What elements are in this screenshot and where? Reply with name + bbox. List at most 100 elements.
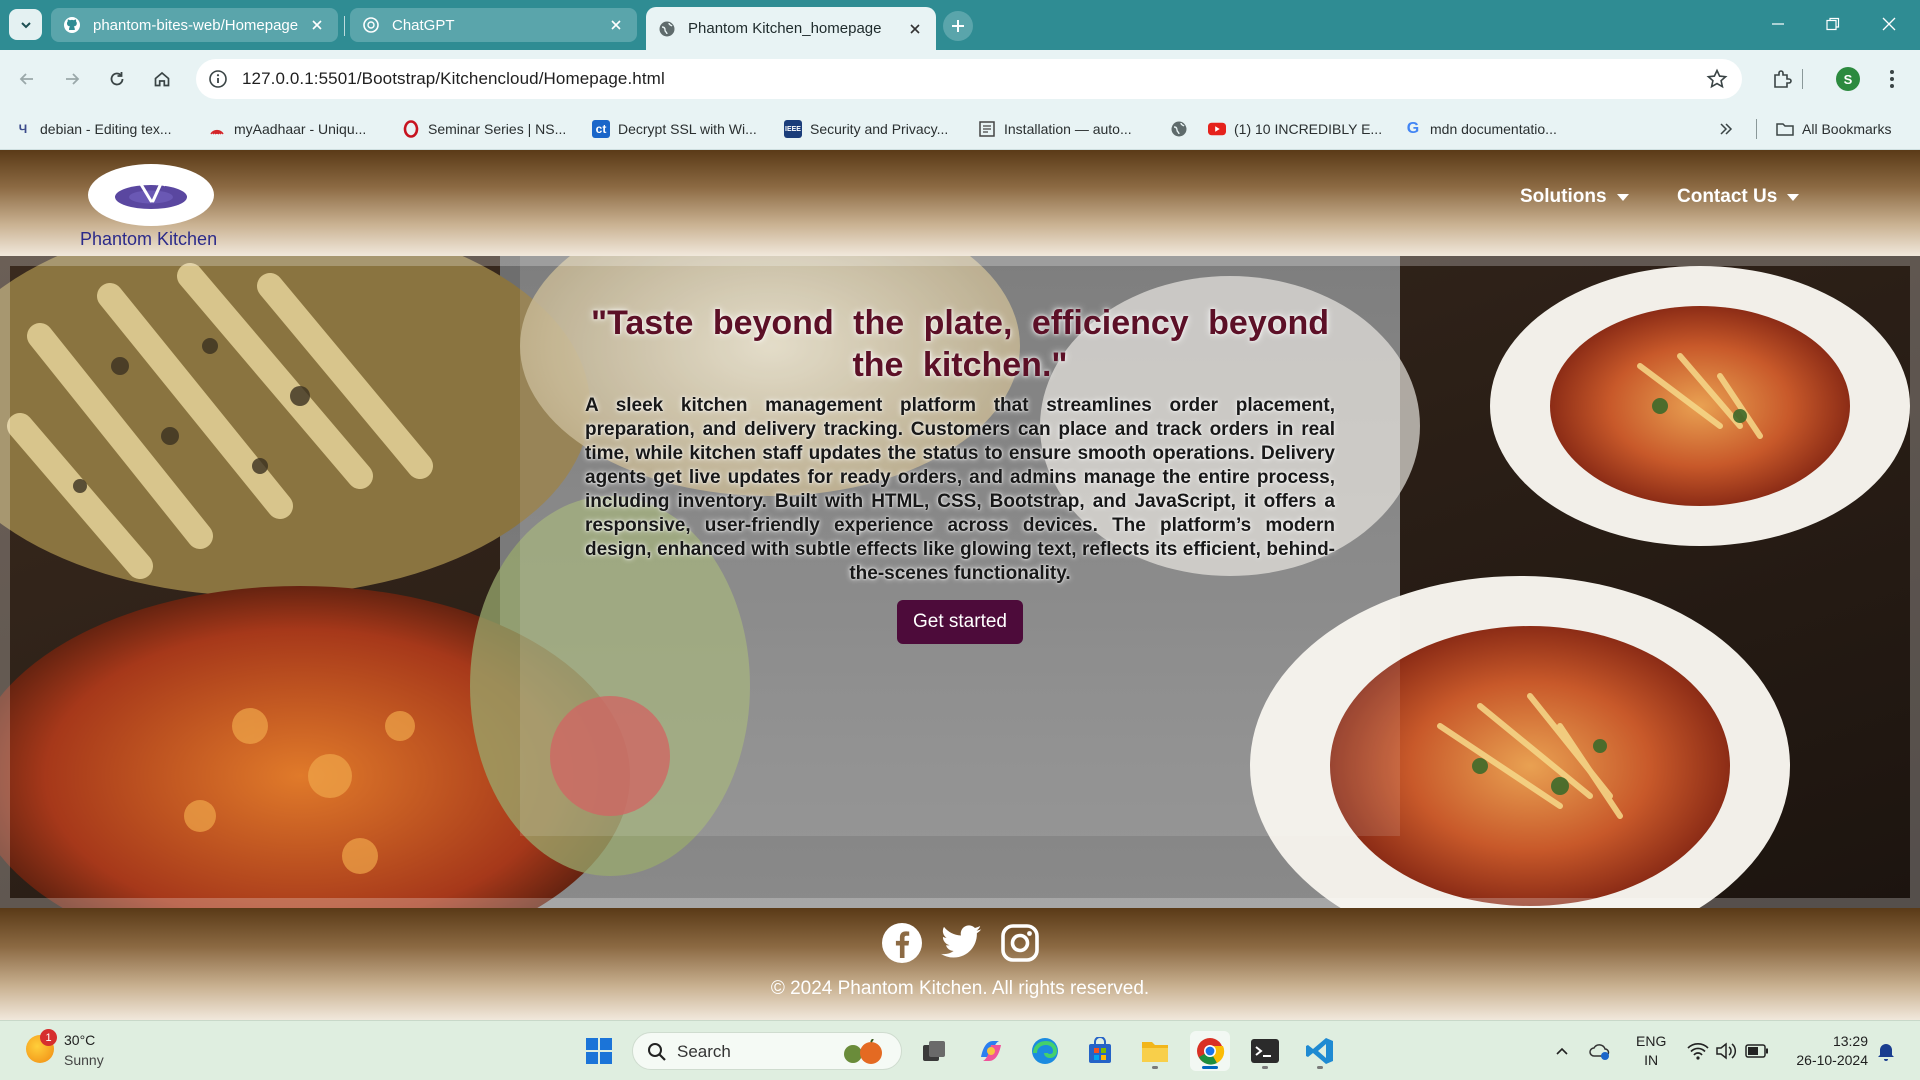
opera-icon xyxy=(402,120,420,138)
caret-down-icon xyxy=(1616,193,1629,201)
new-tab-button[interactable] xyxy=(943,11,973,41)
tab-title: phantom-bites-web/Homepage xyxy=(93,16,299,34)
weather-widget[interactable]: 1 30°C Sunny xyxy=(0,1021,140,1080)
hero-description: A sleek kitchen management platform that… xyxy=(585,395,1335,584)
close-icon[interactable] xyxy=(906,20,924,38)
bookmark-label: myAadhaar - Uniqu... xyxy=(234,121,367,137)
edge-icon xyxy=(1032,1038,1058,1064)
minimize-button[interactable] xyxy=(1753,8,1803,40)
active-indicator xyxy=(1202,1066,1218,1069)
tab-search-button[interactable] xyxy=(9,9,42,40)
clock-date: 26-10-2024 xyxy=(1796,1052,1868,1068)
tab-title: Phantom Kitchen_homepage xyxy=(688,20,882,37)
bookmark-item[interactable] xyxy=(1170,116,1196,142)
speaker-icon xyxy=(1716,1042,1737,1060)
bookmark-item[interactable]: Ч debian - Editing tex... xyxy=(14,116,172,142)
weather-condition: Sunny xyxy=(64,1052,104,1068)
taskbar-search[interactable]: Search xyxy=(632,1032,902,1070)
aadhaar-icon xyxy=(208,120,226,138)
twitter-link[interactable] xyxy=(940,921,984,965)
back-button[interactable] xyxy=(12,64,42,94)
bookmark-label: Security and Privacy... xyxy=(810,121,949,137)
edge-button[interactable] xyxy=(1025,1031,1065,1071)
chevron-down-icon xyxy=(20,21,31,28)
more-vert-icon xyxy=(1890,70,1894,88)
running-indicator xyxy=(1262,1066,1268,1069)
globe-icon xyxy=(658,20,676,38)
bookmark-item[interactable]: myAadhaar - Uniqu... xyxy=(208,116,366,142)
hero-tagline: "Taste beyond the plate, efficiency beyo… xyxy=(590,304,1330,384)
bookmarks-overflow[interactable] xyxy=(1718,116,1734,142)
bookmark-label: Decrypt SSL with Wi... xyxy=(618,121,757,137)
plate-fork-logo-icon xyxy=(115,177,187,209)
site-header: Phantom Kitchen Solutions Contact Us xyxy=(0,150,1920,256)
chrome-button[interactable] xyxy=(1190,1031,1230,1071)
instagram-link[interactable] xyxy=(998,921,1042,965)
bookmark-item[interactable]: ct Decrypt SSL with Wi... xyxy=(592,116,757,142)
get-started-button[interactable]: Get started xyxy=(897,600,1023,644)
nav-contact-dropdown[interactable]: Contact Us xyxy=(1677,186,1800,208)
close-icon[interactable] xyxy=(607,16,625,34)
battery-tray[interactable] xyxy=(1744,1039,1770,1063)
battery-icon xyxy=(1745,1044,1768,1058)
restore-button[interactable] xyxy=(1808,8,1858,40)
menu-button[interactable] xyxy=(1878,65,1906,93)
search-icon xyxy=(648,1043,666,1061)
terminal-button[interactable] xyxy=(1245,1031,1285,1071)
network-tray[interactable] xyxy=(1686,1039,1710,1063)
profile-avatar[interactable]: S xyxy=(1836,67,1860,91)
bookmark-item[interactable]: G mdn documentatio... xyxy=(1404,116,1557,142)
extensions-button[interactable] xyxy=(1768,65,1796,93)
bell-icon xyxy=(1878,1044,1894,1061)
restore-icon xyxy=(1826,17,1840,31)
address-bar[interactable]: 127.0.0.1:5501/Bootstrap/Kitchencloud/Ho… xyxy=(196,59,1742,99)
facebook-link[interactable] xyxy=(880,921,924,965)
all-bookmarks-label: All Bookmarks xyxy=(1802,121,1892,137)
site-footer: © 2024 Phantom Kitchen. All rights reser… xyxy=(0,908,1920,1020)
volume-tray[interactable] xyxy=(1714,1039,1738,1063)
site-logo[interactable] xyxy=(88,164,214,226)
twitter-icon xyxy=(941,925,982,958)
bookmark-item[interactable]: IEEE Security and Privacy... xyxy=(784,116,948,142)
language-indicator[interactable]: ENG IN xyxy=(1636,1032,1666,1070)
overleaf-icon: Ч xyxy=(18,122,28,136)
url-text[interactable]: 127.0.0.1:5501/Bootstrap/Kitchencloud/Ho… xyxy=(242,69,665,89)
copilot-button[interactable] xyxy=(971,1031,1011,1071)
taskview-button[interactable] xyxy=(914,1031,954,1071)
bookmark-item[interactable]: Seminar Series | NS... xyxy=(402,116,566,142)
tray-overflow-button[interactable] xyxy=(1552,1039,1572,1063)
browser-toolbar: 127.0.0.1:5501/Bootstrap/Kitchencloud/Ho… xyxy=(0,50,1920,108)
bookmark-label: debian - Editing tex... xyxy=(40,121,172,137)
tab-phantom-kitchen[interactable]: Phantom Kitchen_homepage xyxy=(646,7,936,50)
tab-github[interactable]: phantom-bites-web/Homepage xyxy=(51,8,338,42)
clock[interactable]: 13:29 26-10-2024 xyxy=(1780,1032,1868,1070)
forward-button[interactable] xyxy=(57,64,87,94)
brand-name[interactable]: Phantom Kitchen xyxy=(80,229,217,250)
bookmark-star-icon[interactable] xyxy=(1706,68,1728,90)
hero-content: "Taste beyond the plate, efficiency beyo… xyxy=(585,302,1335,644)
facebook-icon xyxy=(882,923,922,963)
all-bookmarks[interactable]: All Bookmarks xyxy=(1776,116,1891,142)
ieee-icon: IEEE xyxy=(784,120,802,138)
store-icon xyxy=(1089,1037,1111,1063)
bookmark-item[interactable]: Installation — auto... xyxy=(978,116,1132,142)
close-icon[interactable] xyxy=(308,16,326,34)
nav-solutions-dropdown[interactable]: Solutions xyxy=(1520,186,1629,208)
page-viewport: Phantom Kitchen Solutions Contact Us "Ta… xyxy=(0,150,1920,1020)
reload-button[interactable] xyxy=(102,64,132,94)
store-button[interactable] xyxy=(1080,1031,1120,1071)
vscode-button[interactable] xyxy=(1300,1031,1340,1071)
tab-chatgpt[interactable]: ChatGPT xyxy=(350,8,637,42)
home-button[interactable] xyxy=(147,64,177,94)
start-button[interactable] xyxy=(579,1031,619,1071)
onedrive-tray[interactable] xyxy=(1588,1039,1612,1063)
notifications-button[interactable] xyxy=(1874,1039,1898,1063)
close-window-button[interactable] xyxy=(1864,8,1914,40)
site-info-icon[interactable] xyxy=(208,69,228,89)
docs-icon xyxy=(978,120,996,138)
lang-code: ENG xyxy=(1636,1033,1667,1049)
file-explorer-button[interactable] xyxy=(1135,1031,1175,1071)
bookmark-item[interactable]: (1) 10 INCREDIBLY E... xyxy=(1208,116,1382,142)
tab-separator xyxy=(344,16,345,36)
close-icon xyxy=(1882,17,1896,31)
